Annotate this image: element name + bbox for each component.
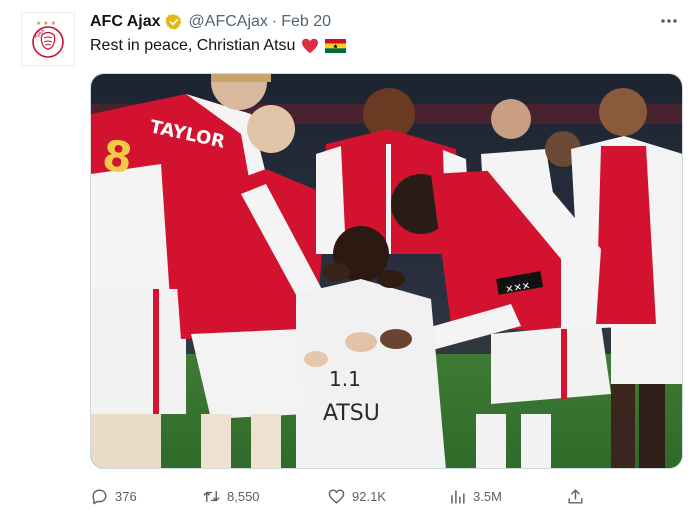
tweet-header: AFC Ajax @AFCAjax · Feb 20	[90, 11, 331, 33]
tweet-card[interactable]: ★ ★ ★ AJAX AFC Ajax @AFCAjax · Feb 20 Re…	[0, 0, 699, 519]
ghana-flag-icon	[325, 39, 347, 53]
like-button[interactable]: 92.1K	[327, 484, 386, 508]
team-tribute-photo: TAYLOR 8 ✕✕✕ 1.1 ATSU	[91, 74, 682, 468]
views-button[interactable]: 3.5M	[448, 484, 502, 508]
retweet-count: 8,550	[227, 488, 260, 504]
reply-count: 376	[115, 488, 137, 504]
tweet-text: Rest in peace, Christian Atsu	[90, 37, 296, 54]
red-heart-icon	[302, 38, 319, 54]
avatar[interactable]: ★ ★ ★ AJAX	[21, 12, 75, 66]
like-count: 92.1K	[352, 488, 386, 504]
shirt-text: ATSU	[323, 401, 380, 426]
handle[interactable]: @AFCAjax	[189, 13, 268, 31]
more-dots-icon	[661, 19, 677, 23]
heart-icon	[328, 488, 345, 504]
more-options-button[interactable]	[657, 11, 681, 31]
tweet-photo[interactable]: TAYLOR 8 ✕✕✕ 1.1 ATSU	[90, 73, 683, 469]
share-icon	[568, 488, 583, 504]
ajax-crest-icon: ★ ★ ★ AJAX	[32, 20, 64, 58]
reply-icon	[92, 488, 107, 504]
separator-dot: ·	[271, 13, 278, 30]
analytics-bar-icon	[451, 489, 465, 504]
svg-text:1.1: 1.1	[329, 367, 361, 391]
display-name[interactable]: AFC Ajax	[90, 13, 161, 31]
views-count: 3.5M	[473, 488, 502, 504]
tweet-actions: 376 8,550 92.1K 3.5M	[90, 484, 590, 508]
verified-badge-icon[interactable]	[164, 13, 183, 31]
share-button[interactable]	[566, 484, 585, 508]
reply-button[interactable]: 376	[90, 484, 137, 508]
svg-text:★ ★ ★: ★ ★ ★	[36, 20, 56, 27]
retweet-button[interactable]: 8,550	[202, 484, 260, 508]
retweet-icon	[203, 490, 220, 502]
tweet-text-row: Rest in peace, Christian Atsu	[90, 37, 347, 55]
tweet-date[interactable]: Feb 20	[281, 13, 331, 31]
